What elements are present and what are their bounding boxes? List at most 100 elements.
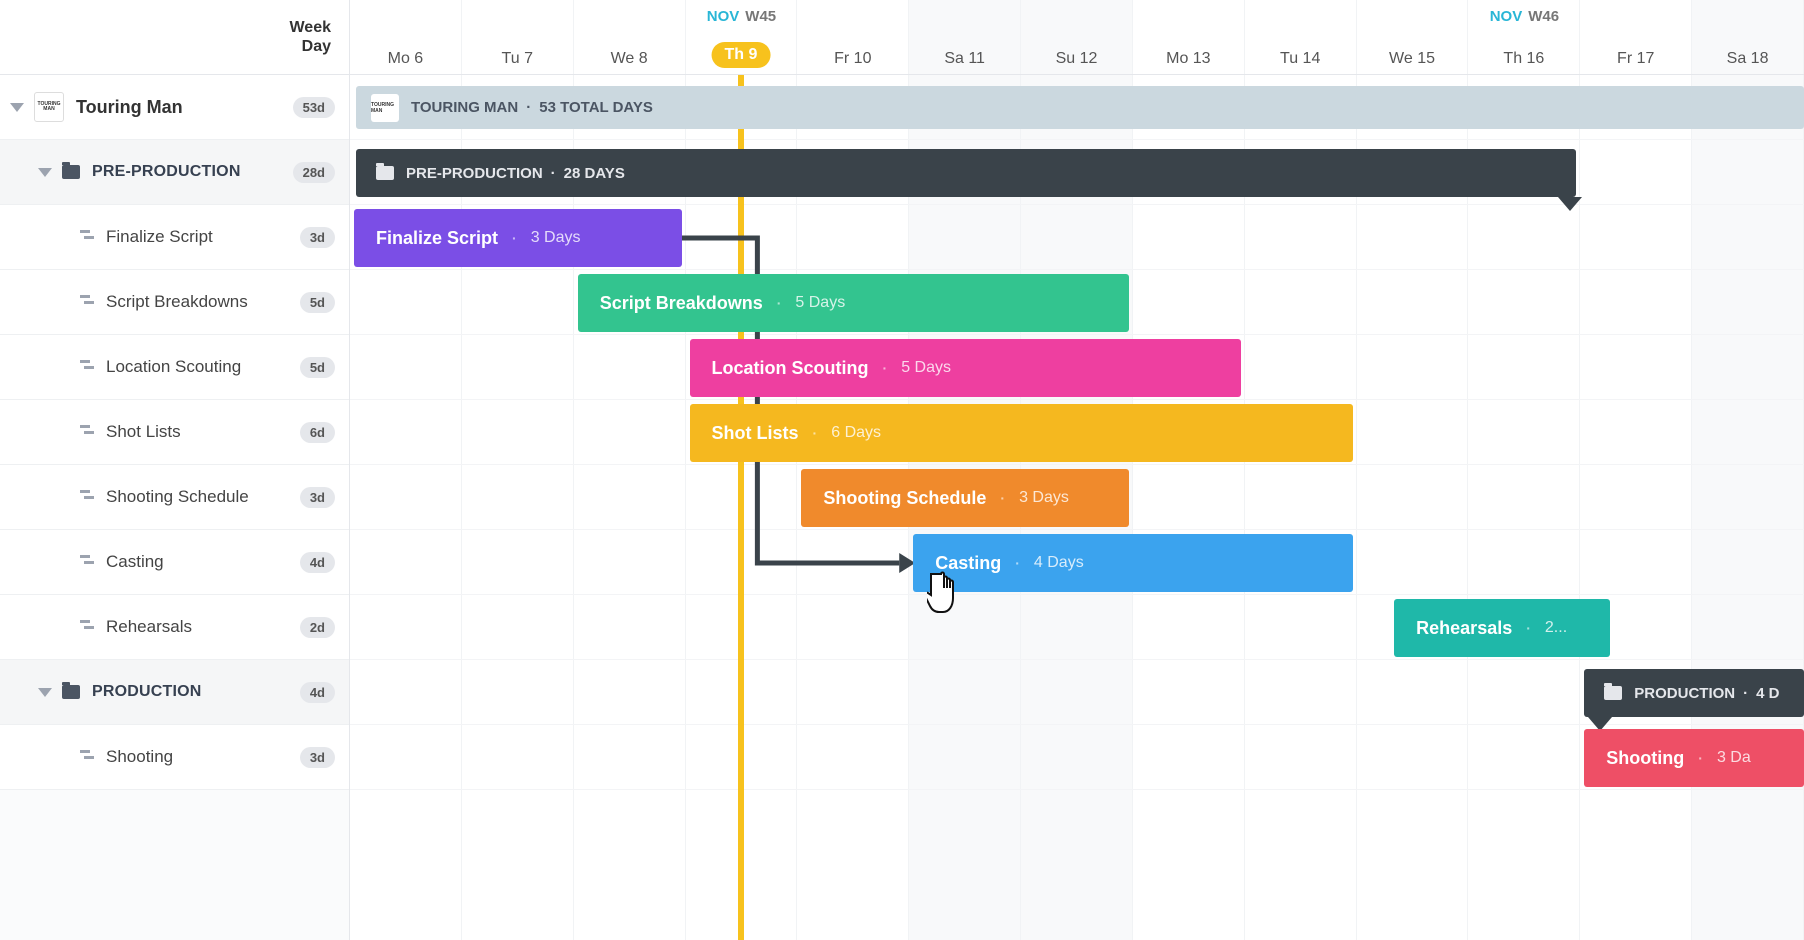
gantt-bar[interactable]: Location Scouting·5 Days: [690, 339, 1241, 397]
sidebar-project-row[interactable]: TOURING MAN Touring Man 53d: [0, 75, 349, 140]
sidebar-task-row[interactable]: Location Scouting 5d: [0, 335, 349, 400]
task-title: Shooting: [106, 747, 173, 767]
day-label: Th 16: [1503, 50, 1544, 68]
project-logo-icon: TOURING MAN: [34, 92, 64, 122]
folder-icon: [1604, 686, 1622, 700]
folder-icon: [376, 166, 394, 180]
gantt-bar[interactable]: Casting·4 Days: [913, 534, 1352, 592]
task-title: Finalize Script: [106, 227, 213, 247]
project-summary-bar[interactable]: TOURING MANTOURING MAN·53 TOTAL DAYS: [356, 86, 1804, 129]
today-pill: Th 9: [712, 42, 771, 68]
day-column: We 8: [574, 0, 686, 74]
gantt-bar[interactable]: Rehearsals·2...: [1394, 599, 1610, 657]
day-label: Sa 18: [1727, 50, 1769, 68]
bar-days: 4 Days: [1034, 554, 1084, 572]
task-icon: [80, 423, 96, 442]
sidebar-task-row[interactable]: Shooting 3d: [0, 725, 349, 790]
day-label: Tu 14: [1280, 50, 1320, 68]
project-logo-icon: TOURING MAN: [371, 94, 399, 122]
task-duration-badge: 3d: [300, 747, 335, 768]
day-label: Tu 7: [502, 50, 533, 68]
gantt-bar[interactable]: Script Breakdowns·5 Days: [578, 274, 1129, 332]
day-column: Sa 11: [909, 0, 1021, 74]
bar-days: 3 Da: [1717, 749, 1751, 767]
task-icon: [80, 488, 96, 507]
bar-title: Shooting: [1606, 748, 1684, 769]
sidebar-task-row[interactable]: Rehearsals 2d: [0, 595, 349, 660]
day-label: We 15: [1389, 50, 1435, 68]
today-line: [738, 75, 744, 940]
task-title: Shot Lists: [106, 422, 181, 442]
bar-title: Location Scouting: [712, 358, 869, 379]
group-duration-badge: 28d: [293, 162, 335, 183]
bar-title: Shooting Schedule: [823, 488, 986, 509]
timeline[interactable]: Mo 6 Tu 7 We 8 Th 9 Fr 10 Sa 11 Su 12 Mo 13 Tu 1…: [350, 0, 1804, 940]
chevron-down-icon[interactable]: [38, 168, 52, 177]
sidebar-task-row[interactable]: Shooting Schedule 3d: [0, 465, 349, 530]
task-icon: [80, 618, 96, 637]
task-duration-badge: 2d: [300, 617, 335, 638]
task-icon: [80, 553, 96, 572]
day-label: Fr 17: [1617, 50, 1654, 68]
gantt-bar[interactable]: Shooting·3 Da: [1584, 729, 1804, 787]
day-label: Mo 13: [1166, 50, 1210, 68]
gantt-bar[interactable]: Shot Lists·6 Days: [690, 404, 1353, 462]
gantt-bar[interactable]: Shooting Schedule·3 Days: [801, 469, 1129, 527]
task-title: Location Scouting: [106, 357, 241, 377]
day-label: Mo 6: [388, 50, 424, 68]
task-duration-badge: 4d: [300, 552, 335, 573]
day-column: We 15: [1357, 0, 1469, 74]
task-icon: [80, 748, 96, 767]
day-label: Su 12: [1056, 50, 1098, 68]
day-column: Su 12: [1021, 0, 1133, 74]
bar-title: Finalize Script: [376, 228, 498, 249]
sidebar-header: Week Day: [0, 0, 349, 75]
bar-days: 6 Days: [831, 424, 881, 442]
chevron-down-icon[interactable]: [38, 688, 52, 697]
task-icon: [80, 228, 96, 247]
task-duration-badge: 3d: [300, 487, 335, 508]
folder-icon: [62, 165, 80, 179]
chevron-down-icon[interactable]: [10, 103, 24, 112]
sidebar-task-row[interactable]: Shot Lists 6d: [0, 400, 349, 465]
group-duration-badge: 4d: [300, 682, 335, 703]
sidebar-task-row[interactable]: Finalize Script 3d: [0, 205, 349, 270]
day-label: Fr 10: [834, 50, 871, 68]
day-column: Tu 14: [1245, 0, 1357, 74]
group-title: PRE-PRODUCTION: [92, 163, 241, 181]
sidebar-group-production[interactable]: PRODUCTION 4d: [0, 660, 349, 725]
week-label: NOVW45: [707, 8, 776, 25]
group-bar-preproduction[interactable]: PRE-PRODUCTION·28 DAYS: [356, 149, 1576, 197]
bar-title: Script Breakdowns: [600, 293, 763, 314]
task-title: Rehearsals: [106, 617, 192, 637]
week-label: NOVW46: [1490, 8, 1559, 25]
task-icon: [80, 293, 96, 312]
bar-days: 2...: [1545, 619, 1567, 637]
task-duration-badge: 5d: [300, 357, 335, 378]
project-duration-badge: 53d: [293, 97, 335, 118]
task-title: Script Breakdowns: [106, 292, 248, 312]
task-icon: [80, 358, 96, 377]
day-column: Fr 17: [1580, 0, 1692, 74]
sidebar-group-preproduction[interactable]: PRE-PRODUCTION 28d: [0, 140, 349, 205]
bar-days: 5 Days: [901, 359, 951, 377]
group-title: PRODUCTION: [92, 683, 202, 701]
bar-title: Casting: [935, 553, 1001, 574]
day-label: Th 9: [712, 42, 771, 68]
sidebar: Week Day TOURING MAN Touring Man 53d PRE…: [0, 0, 350, 940]
task-duration-badge: 3d: [300, 227, 335, 248]
sidebar-task-row[interactable]: Casting 4d: [0, 530, 349, 595]
task-title: Shooting Schedule: [106, 487, 249, 507]
day-label: Sa 11: [944, 50, 985, 68]
day-column: Fr 10: [797, 0, 909, 74]
project-title: Touring Man: [76, 97, 183, 118]
bar-title: Shot Lists: [712, 423, 799, 444]
sidebar-task-row[interactable]: Script Breakdowns 5d: [0, 270, 349, 335]
task-duration-badge: 5d: [300, 292, 335, 313]
group-bar-production[interactable]: PRODUCTION·4 D: [1584, 669, 1804, 717]
task-title: Casting: [106, 552, 164, 572]
gantt-bar[interactable]: Finalize Script·3 Days: [354, 209, 682, 267]
day-column: Mo 13: [1133, 0, 1245, 74]
timeline-body[interactable]: TOURING MANTOURING MAN·53 TOTAL DAYS PRE-…: [350, 75, 1804, 940]
folder-icon: [62, 685, 80, 699]
